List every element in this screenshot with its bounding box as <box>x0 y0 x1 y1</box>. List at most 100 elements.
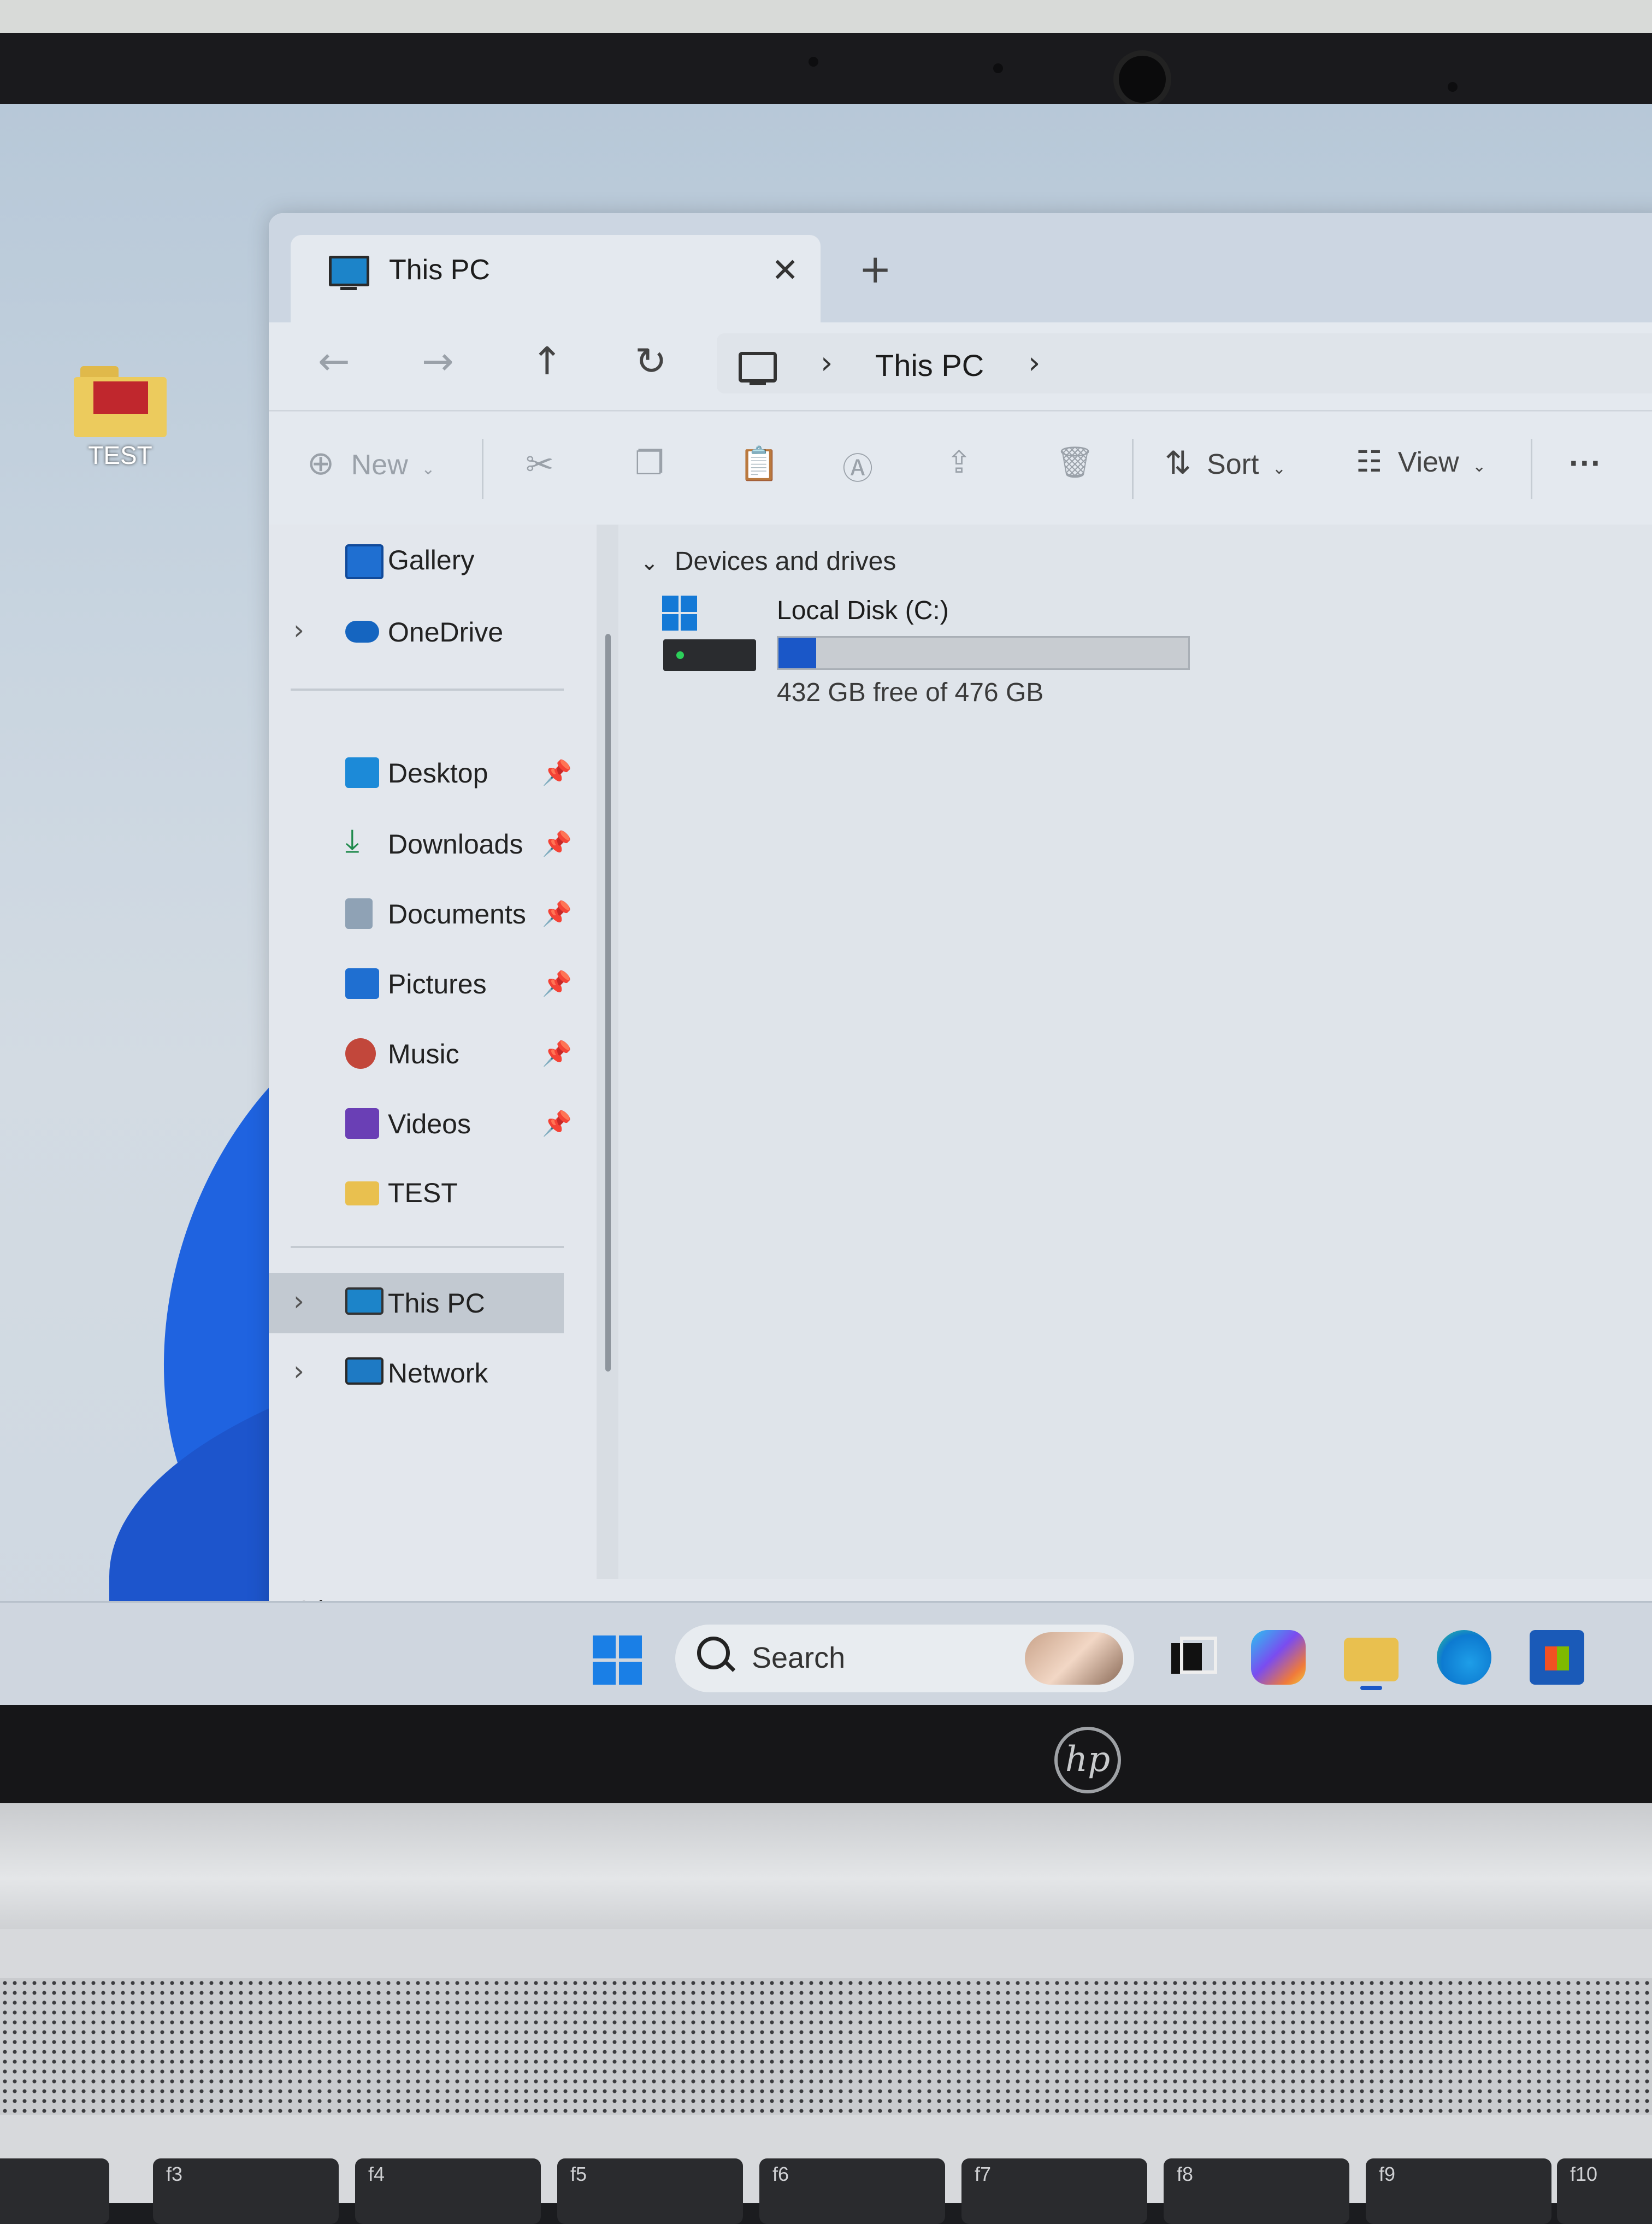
key-f9[interactable]: f9 <box>1366 2158 1551 2224</box>
taskbar-search-box[interactable]: Search <box>675 1625 1134 1692</box>
hard-drive-icon <box>663 639 756 671</box>
sidebar-item-label: Videos <box>388 1109 471 1139</box>
hp-logo: hp <box>1054 1727 1121 1793</box>
more-options-button[interactable]: ··· <box>1569 444 1602 482</box>
address-bar[interactable]: › This PC › <box>717 333 1652 393</box>
sidebar-item-test[interactable]: TEST <box>269 1163 607 1223</box>
separator <box>482 439 483 499</box>
key-f3[interactable]: f3 <box>153 2158 339 2224</box>
network-icon <box>345 1357 384 1385</box>
laptop-bezel-bottom <box>0 1705 1652 1803</box>
pin-icon[interactable]: 📌 <box>542 758 572 787</box>
sidebar-item-music[interactable]: Music 📌 <box>269 1024 607 1084</box>
group-header[interactable]: ⌄ Devices and drives <box>640 546 896 576</box>
pin-icon[interactable]: 📌 <box>542 1039 572 1068</box>
sensor-dot <box>1448 82 1458 92</box>
drive-local-disk-c[interactable]: Local Disk (C:) 432 GB free of 476 GB <box>662 596 1208 738</box>
content-pane: ⌄ Devices and drives Local Disk (C:) 432… <box>618 525 1652 1579</box>
task-view-icon[interactable] <box>1164 1630 1218 1685</box>
new-button-label: New <box>351 449 408 481</box>
separator <box>1531 439 1532 499</box>
paste-button[interactable]: 📋 <box>739 444 780 483</box>
search-icon <box>697 1637 730 1669</box>
chevron-right-icon[interactable]: › <box>293 1285 304 1317</box>
scissors-icon: ✂ <box>526 446 554 484</box>
back-button[interactable]: ← <box>318 339 350 384</box>
forward-button[interactable]: → <box>422 339 454 384</box>
key-f10[interactable]: f10 <box>1557 2158 1652 2224</box>
cut-button[interactable]: ✂ <box>526 444 554 484</box>
pin-icon[interactable]: 📌 <box>542 829 572 858</box>
up-button[interactable]: ↑ <box>531 339 563 384</box>
delete-button[interactable]: 🗑 <box>1055 444 1094 480</box>
key-f4[interactable]: f4 <box>355 2158 541 2224</box>
trash-icon: 🗑 <box>1055 445 1095 479</box>
rename-button[interactable]: Ⓐ <box>842 444 873 489</box>
key-f7[interactable]: f7 <box>961 2158 1147 2224</box>
view-icon: ☷ <box>1356 445 1383 478</box>
file-explorer-taskbar-icon[interactable] <box>1344 1638 1399 1690</box>
microsoft-store-icon[interactable] <box>1530 1630 1584 1685</box>
sidebar-item-label: This PC <box>388 1288 485 1319</box>
key-f8[interactable]: f8 <box>1164 2158 1349 2224</box>
copilot-icon[interactable] <box>1251 1630 1306 1685</box>
new-button[interactable]: ⊕ New ⌄ <box>307 444 435 483</box>
sidebar-item-downloads[interactable]: ⤓ Downloads 📌 <box>269 814 607 874</box>
chevron-down-icon: ⌄ <box>640 551 659 575</box>
plus-circle-icon: ⊕ <box>307 445 335 481</box>
close-tab-button[interactable]: ✕ <box>771 251 799 290</box>
breadcrumb-this-pc[interactable]: This PC <box>875 348 984 383</box>
share-button[interactable]: ⇪ <box>946 444 972 480</box>
drive-usage-bar <box>777 636 1190 670</box>
chevron-down-icon: ⌄ <box>421 460 435 478</box>
sidebar-item-network[interactable]: › Network <box>269 1343 607 1403</box>
computer-icon <box>329 256 369 290</box>
drive-name: Local Disk (C:) <box>777 596 949 625</box>
edge-browser-icon[interactable] <box>1437 1630 1491 1685</box>
sidebar-item-onedrive[interactable]: › OneDrive <box>269 602 607 662</box>
video-icon <box>345 1108 379 1139</box>
new-tab-button[interactable]: + <box>859 246 892 292</box>
sidebar-item-desktop[interactable]: Desktop 📌 <box>269 743 607 803</box>
sidebar-scrollbar[interactable] <box>597 525 618 1579</box>
sidebar-item-label: Pictures <box>388 969 487 999</box>
sidebar-item-label: Network <box>388 1358 488 1388</box>
sidebar-item-gallery[interactable]: Gallery <box>269 530 607 590</box>
breadcrumb-chevron-icon[interactable]: › <box>1028 345 1040 381</box>
sidebar-item-pictures[interactable]: Pictures 📌 <box>269 954 607 1014</box>
sort-button[interactable]: ⇅ Sort ⌄ <box>1165 444 1286 481</box>
sidebar-item-this-pc[interactable]: › This PC <box>269 1273 564 1333</box>
sidebar-item-label: Music <box>388 1039 459 1069</box>
copy-button[interactable]: ❐ <box>635 444 664 483</box>
tab-title: This PC <box>389 254 490 286</box>
laptop-hinge <box>0 1803 1652 1929</box>
pin-icon[interactable]: 📌 <box>542 969 572 998</box>
sidebar-item-documents[interactable]: Documents 📌 <box>269 884 607 944</box>
sidebar-item-label: Gallery <box>388 545 475 575</box>
refresh-button[interactable]: ↻ <box>635 339 667 384</box>
desktop-folder-test[interactable]: TEST <box>66 366 175 470</box>
chevron-right-icon[interactable]: › <box>293 1355 304 1387</box>
breadcrumb-chevron-icon[interactable]: › <box>821 345 833 381</box>
view-button[interactable]: ☷ View ⌄ <box>1356 444 1486 479</box>
paste-icon: 📋 <box>739 445 780 482</box>
key-f6[interactable]: f6 <box>759 2158 945 2224</box>
key-f5[interactable]: f5 <box>557 2158 743 2224</box>
music-icon <box>345 1038 376 1069</box>
pin-icon[interactable]: 📌 <box>542 899 572 928</box>
pin-icon[interactable]: 📌 <box>542 1109 572 1138</box>
scrollbar-thumb[interactable] <box>605 634 611 1372</box>
sidebar-item-videos[interactable]: Videos 📌 <box>269 1094 607 1154</box>
start-button[interactable] <box>593 1635 643 1686</box>
group-header-label: Devices and drives <box>674 547 896 576</box>
file-explorer-window: This PC ✕ + ← → ↑ ↻ › This PC › ⊕ New ⌄ <box>269 213 1652 1634</box>
divider <box>291 689 564 691</box>
share-icon: ⇪ <box>946 445 972 479</box>
computer-icon <box>739 352 777 385</box>
drive-free-space: 432 GB free of 476 GB <box>777 678 1044 707</box>
chevron-right-icon[interactable]: › <box>293 614 304 646</box>
taskbar: Search <box>0 1601 1652 1705</box>
key-f3[interactable]: f3 <box>0 2158 182 2224</box>
tab-this-pc[interactable]: This PC ✕ <box>291 235 821 322</box>
search-highlight-image <box>1025 1632 1123 1685</box>
